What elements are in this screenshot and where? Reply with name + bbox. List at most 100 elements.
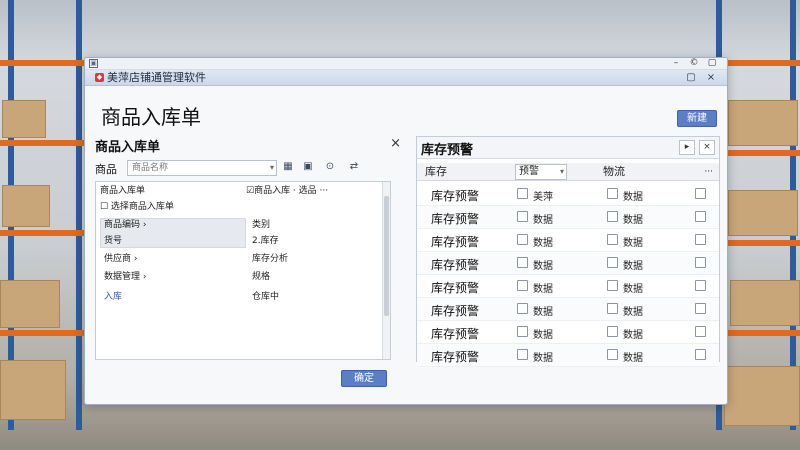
tree-row[interactable]: 规格: [252, 270, 382, 284]
titlebar: ◆ 美萍店铺通管理软件 ▢ ×: [85, 70, 727, 86]
refresh-icon[interactable]: ⊙: [323, 160, 337, 174]
row-checkbox[interactable]: [607, 280, 618, 291]
image-icon[interactable]: ▣: [301, 160, 315, 174]
row-checkbox[interactable]: [695, 280, 706, 291]
system-menu-icon[interactable]: ▣: [89, 59, 98, 68]
tree-scrollbar[interactable]: [382, 182, 390, 359]
confirm-button[interactable]: 确定: [341, 370, 387, 387]
table-row[interactable]: 库存预警 数据 数据: [417, 252, 719, 275]
grid-icon[interactable]: ▦: [281, 160, 295, 174]
row-checkbox[interactable]: [517, 188, 528, 199]
table-row[interactable]: 库存预警 数据 数据: [417, 275, 719, 298]
column-header-bar: [417, 163, 719, 181]
stock-alert-header: 库存预警 ▸ ×: [417, 137, 719, 159]
row-checkbox[interactable]: [695, 303, 706, 314]
window-frame-bar: ▣ – © ▢: [85, 58, 727, 70]
row-checkbox[interactable]: [607, 188, 618, 199]
close-icon[interactable]: ▢: [705, 58, 719, 69]
row-checkbox[interactable]: [695, 234, 706, 245]
table-row[interactable]: 库存预警 数据 数据: [417, 344, 719, 367]
tree-cell: ☐ 选择商品入库单: [100, 202, 174, 212]
tree-cell: 商品编码: [104, 220, 141, 230]
row-value: 数据: [623, 215, 643, 226]
tree-cell: 商品入库单: [100, 186, 146, 196]
row-checkbox[interactable]: [517, 211, 528, 222]
chevron-down-icon[interactable]: ▾: [560, 165, 564, 179]
tree-row[interactable]: 仓库中: [252, 290, 382, 304]
row-checkbox[interactable]: [695, 211, 706, 222]
tree-row[interactable]: 商品入库单: [100, 184, 240, 198]
tree-row[interactable]: ☐ 选择商品入库单: [100, 200, 300, 214]
row-value: 数据: [533, 307, 553, 318]
row-label: 库存预警: [431, 350, 480, 364]
new-button[interactable]: 新建: [677, 110, 717, 127]
scrollbar-thumb[interactable]: [384, 196, 389, 316]
row-value: 数据: [533, 261, 553, 272]
window-close-icon[interactable]: ×: [705, 72, 717, 84]
tree-row[interactable]: 库存分析: [252, 252, 382, 266]
row-checkbox[interactable]: [607, 303, 618, 314]
row-checkbox[interactable]: [517, 280, 528, 291]
tree-row[interactable]: 类别: [252, 218, 382, 232]
row-value: 数据: [533, 215, 553, 226]
stock-alert-title: 库存预警: [421, 143, 474, 158]
tree-row[interactable]: 2.库存: [252, 234, 382, 248]
row-checkbox[interactable]: [695, 349, 706, 360]
product-label: 商品: [95, 163, 117, 176]
tree-cell: 数据管理: [104, 272, 141, 282]
tree-row[interactable]: 商品编码 ›: [104, 218, 234, 232]
row-value: 数据: [623, 330, 643, 341]
swap-icon[interactable]: ⇄: [347, 160, 361, 174]
panel-close-icon[interactable]: ×: [390, 136, 401, 151]
tree-row[interactable]: ☑商品入库 · 选品 ···: [246, 184, 386, 198]
app-title: 美萍店铺通管理软件: [107, 71, 206, 84]
tree-row[interactable]: 供应商 ›: [104, 252, 244, 266]
row-checkbox[interactable]: [695, 326, 706, 337]
row-value: 数据: [533, 284, 553, 295]
row-checkbox[interactable]: [607, 326, 618, 337]
row-checkbox[interactable]: [695, 188, 706, 199]
column-header-stock: 库存: [425, 165, 447, 178]
play-icon[interactable]: ▸: [679, 140, 695, 155]
minimize-icon[interactable]: –: [669, 58, 683, 69]
row-value: 数据: [623, 307, 643, 318]
tree-cell: ☑商品入库 · 选品 ···: [246, 186, 329, 196]
row-label: 库存预警: [431, 281, 480, 295]
row-checkbox[interactable]: [607, 257, 618, 268]
column-more-icon[interactable]: ···: [704, 163, 713, 181]
alert-rows: 库存预警 美萍 数据 库存预警 数据 数据 库存预警 数据 数据 库存预警 数据…: [417, 183, 719, 367]
tree-cell: 规格: [252, 272, 271, 282]
row-checkbox[interactable]: [517, 257, 528, 268]
panel-close-icon[interactable]: ×: [699, 140, 715, 155]
restore-icon[interactable]: ©: [687, 58, 701, 69]
tree-cell: 入库: [104, 292, 123, 302]
row-checkbox[interactable]: [607, 234, 618, 245]
row-checkbox[interactable]: [517, 303, 528, 314]
rack-left: [0, 0, 90, 430]
table-row[interactable]: 库存预警 美萍 数据: [417, 183, 719, 206]
maximize-icon[interactable]: ▢: [685, 72, 697, 84]
table-row[interactable]: 库存预警 数据 数据: [417, 229, 719, 252]
chevron-down-icon[interactable]: ▾: [270, 161, 274, 175]
row-checkbox[interactable]: [517, 349, 528, 360]
main-window: ▣ – © ▢ ◆ 美萍店铺通管理软件 ▢ × 商品入库单 新建 商品入库单 ×…: [84, 57, 728, 405]
row-checkbox[interactable]: [695, 257, 706, 268]
row-checkbox[interactable]: [607, 349, 618, 360]
stock-in-panel-header: 商品入库单 ×: [95, 136, 401, 155]
tree-row[interactable]: 入库: [104, 290, 244, 304]
row-value: 数据: [623, 353, 643, 364]
table-row[interactable]: 库存预警 数据 数据: [417, 298, 719, 321]
tree-row[interactable]: 货号: [104, 234, 234, 248]
tree-cell: 供应商: [104, 254, 132, 264]
row-checkbox[interactable]: [607, 211, 618, 222]
product-search-input[interactable]: 商品名称 ▾: [127, 160, 277, 176]
row-checkbox[interactable]: [517, 326, 528, 337]
row-checkbox[interactable]: [517, 234, 528, 245]
tree-row[interactable]: 数据管理 ›: [104, 270, 244, 284]
row-value: 数据: [533, 330, 553, 341]
stock-alert-panel: 库存预警 ▸ × 库存 预警 ▾ 物流 ··· 库存预警 美萍 数据 库存预警 …: [416, 136, 720, 367]
alert-filter-dropdown[interactable]: 预警 ▾: [515, 164, 567, 180]
table-row[interactable]: 库存预警 数据 数据: [417, 321, 719, 344]
table-row[interactable]: 库存预警 数据 数据: [417, 206, 719, 229]
row-label: 库存预警: [431, 304, 480, 318]
